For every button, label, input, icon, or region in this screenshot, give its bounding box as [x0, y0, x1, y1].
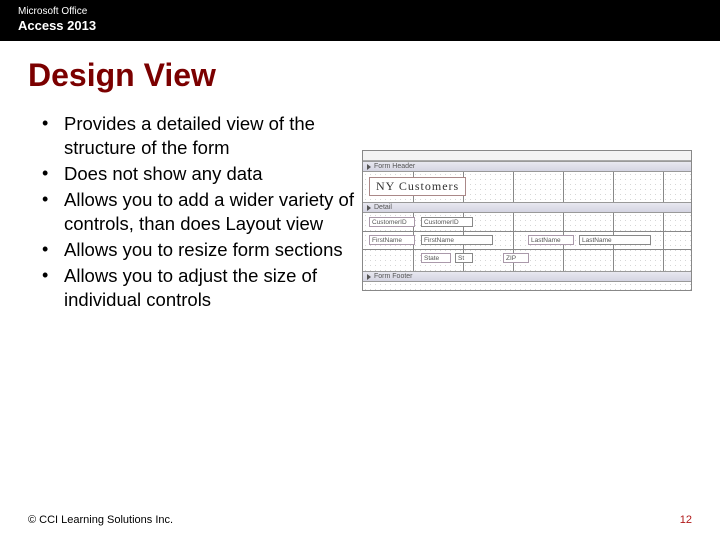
expand-icon: [367, 205, 371, 211]
detail-bar: Detail: [363, 202, 691, 213]
copyright-text: © CCI Learning Solutions Inc.: [28, 514, 173, 526]
list-item: Allows you to add a wider variety of con…: [28, 188, 358, 236]
label-control: ZIP: [503, 253, 529, 263]
label-control: FirstName: [369, 235, 415, 245]
page-title: Design View: [0, 41, 720, 94]
section-label: Form Header: [374, 163, 415, 170]
list-item: Does not show any data: [28, 162, 358, 186]
list-item: Provides a detailed view of the structur…: [28, 112, 358, 160]
textbox-control: St: [455, 253, 473, 263]
form-footer-bar: Form Footer: [363, 271, 691, 282]
brand-line-1: Microsoft Office: [18, 6, 702, 17]
grid-dots: [363, 282, 691, 290]
label-control: CustomerID: [369, 217, 415, 227]
design-view-figure: Form Header NY Customers Detail Customer…: [358, 112, 702, 314]
section-label: Form Footer: [374, 273, 413, 280]
list-item: Allows you to resize form sections: [28, 238, 358, 262]
expand-icon: [367, 274, 371, 280]
slide-footer: © CCI Learning Solutions Inc. 12: [0, 514, 720, 526]
slide-header: Microsoft Office Access 2013: [0, 0, 720, 41]
section-label: Detail: [374, 204, 392, 211]
form-footer-area: [363, 282, 691, 290]
bullet-list: Provides a detailed view of the structur…: [28, 112, 358, 314]
form-title-control: NY Customers: [369, 177, 466, 196]
label-control: LastName: [528, 235, 574, 245]
horizontal-ruler: [363, 151, 691, 161]
expand-icon: [367, 164, 371, 170]
textbox-control: CustomerID: [421, 217, 473, 227]
label-control: State: [421, 253, 451, 263]
list-item: Allows you to adjust the size of individ…: [28, 264, 358, 312]
design-view-mock: Form Header NY Customers Detail Customer…: [362, 150, 692, 291]
form-header-area: NY Customers: [363, 172, 691, 202]
textbox-control: LastName: [579, 235, 651, 245]
detail-area: CustomerID CustomerID FirstName FirstNam…: [363, 213, 691, 271]
content-row: Provides a detailed view of the structur…: [0, 94, 720, 314]
textbox-control: FirstName: [421, 235, 493, 245]
page-number: 12: [680, 514, 692, 526]
brand-line-2: Access 2013: [18, 18, 702, 33]
form-header-bar: Form Header: [363, 161, 691, 172]
